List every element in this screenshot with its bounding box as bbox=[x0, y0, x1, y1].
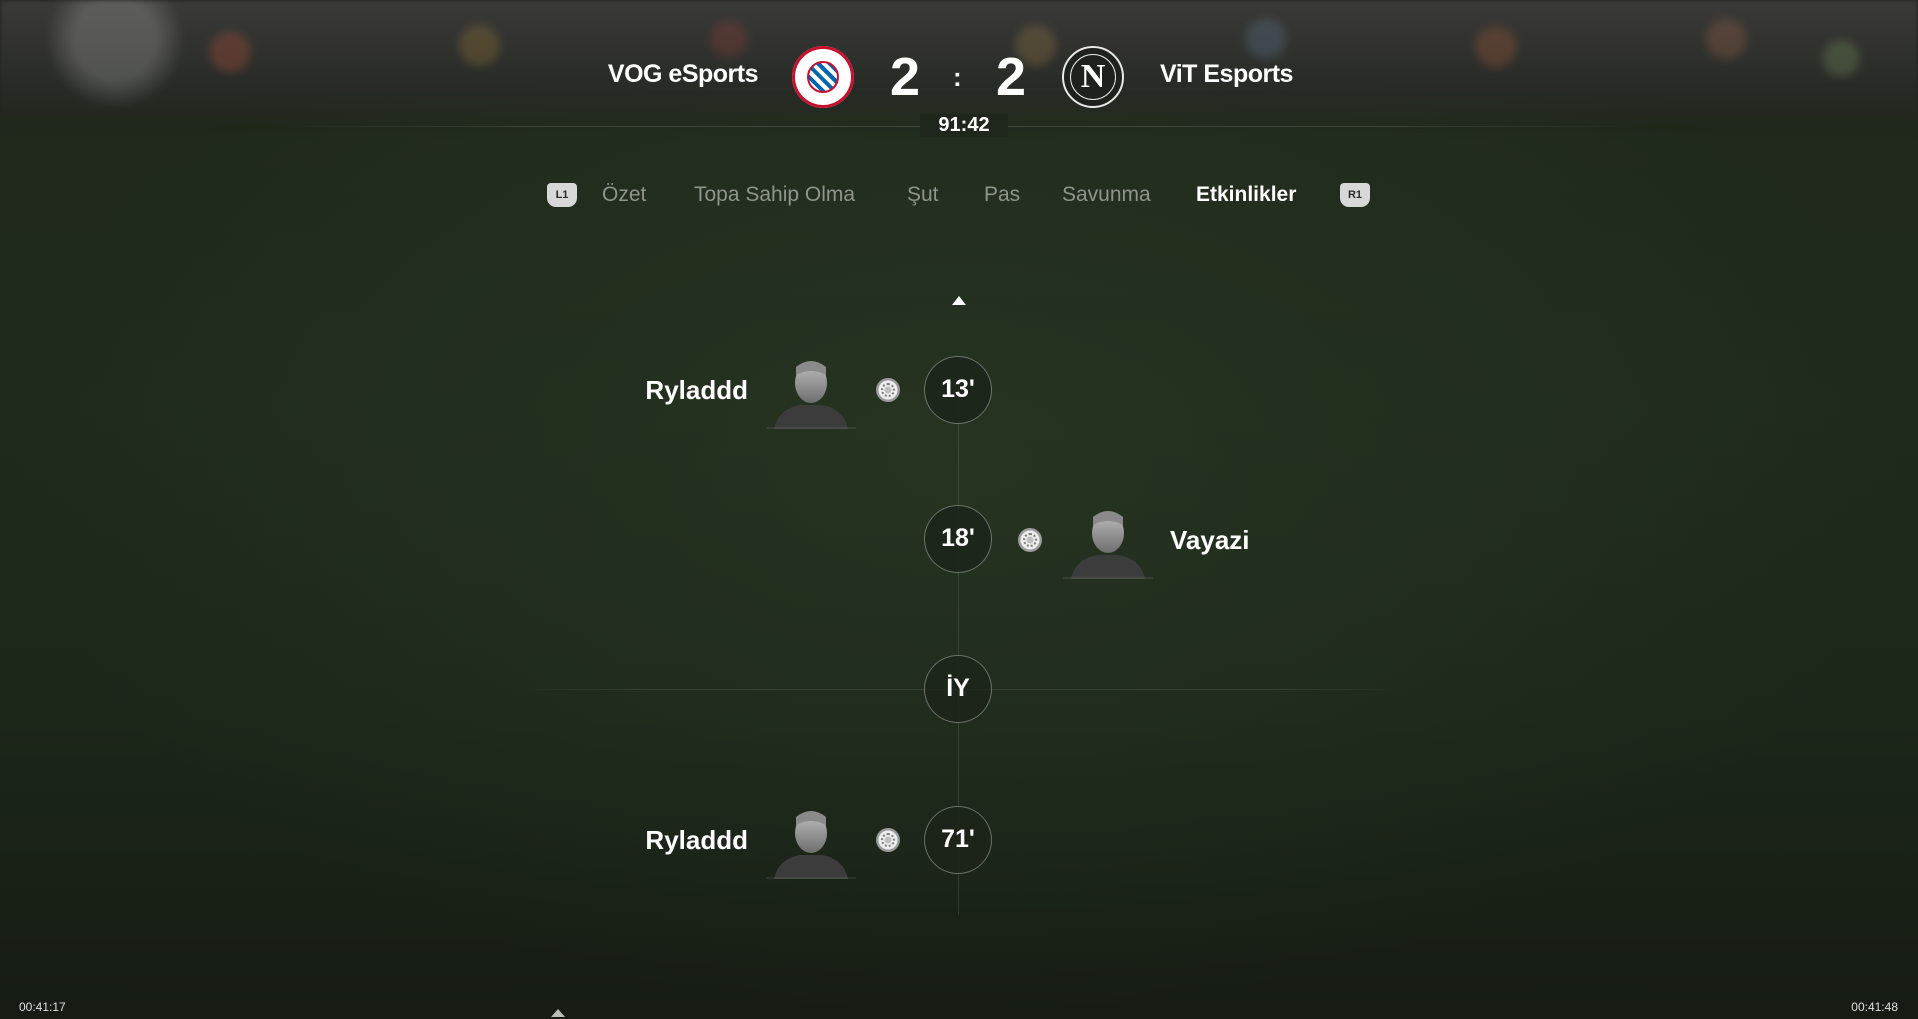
player-silhouette-icon bbox=[766, 361, 856, 429]
tab-sut[interactable]: Şut bbox=[907, 183, 939, 207]
l1-button-icon[interactable]: L1 bbox=[547, 183, 577, 207]
goal-ball-icon bbox=[876, 378, 900, 402]
player-silhouette-icon bbox=[766, 811, 856, 879]
video-timestamp-left: 00:41:17 bbox=[19, 1000, 66, 1014]
tab-topa-sahip-olma[interactable]: Topa Sahip Olma bbox=[694, 183, 855, 207]
match-clock: 91:42 bbox=[920, 114, 1008, 137]
player-silhouette-icon bbox=[1063, 511, 1153, 579]
scroll-indicator-icon bbox=[551, 1009, 565, 1017]
napoli-crest-icon: N bbox=[1062, 46, 1124, 108]
home-team-name: VOG eSports bbox=[607, 60, 759, 88]
goal-ball-icon bbox=[876, 828, 900, 852]
score-separator: : bbox=[953, 62, 962, 92]
tab-pas[interactable]: Pas bbox=[984, 183, 1020, 207]
scroll-up-arrow-icon[interactable] bbox=[952, 296, 966, 305]
tab-etkinlikler[interactable]: Etkinlikler bbox=[1196, 183, 1296, 207]
event-minute: 13' bbox=[924, 356, 992, 424]
bayern-munchen-crest-icon bbox=[792, 46, 854, 108]
event-minute: 71' bbox=[924, 806, 992, 874]
half-time-marker: İY bbox=[924, 655, 992, 723]
event-minute: 18' bbox=[924, 505, 992, 573]
tab-savunma[interactable]: Savunma bbox=[1062, 183, 1151, 207]
stats-tab-bar: L1 Özet Topa Sahip Olma Şut Pas Savunma … bbox=[0, 183, 1918, 215]
event-player-name: Ryladdd bbox=[645, 825, 748, 855]
r1-button-icon[interactable]: R1 bbox=[1340, 183, 1370, 207]
away-score: 2 bbox=[996, 47, 1027, 107]
home-score: 2 bbox=[890, 47, 921, 107]
event-player-name: Vayazi bbox=[1170, 525, 1250, 555]
tab-ozet[interactable]: Özet bbox=[602, 183, 646, 207]
away-team-name: ViT Esports bbox=[1160, 60, 1293, 88]
goal-ball-icon bbox=[1018, 528, 1042, 552]
event-player-name: Ryladdd bbox=[645, 375, 748, 405]
video-timestamp-right: 00:41:48 bbox=[1851, 1000, 1898, 1014]
